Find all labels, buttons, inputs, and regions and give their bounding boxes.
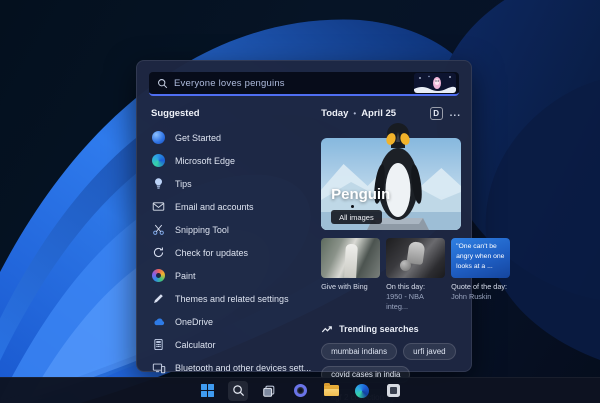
start-button[interactable]: [197, 381, 217, 401]
taskbar: [0, 377, 600, 403]
tips-icon: [151, 176, 166, 191]
hero-image-card[interactable]: Penguin All images: [321, 123, 461, 230]
quote-card: "One can't be angry when one looks at a …: [451, 238, 511, 278]
sidebar-item-bluetooth-devices[interactable]: Bluetooth and other devices sett...: [151, 356, 311, 379]
daily-card-give-with-bing[interactable]: Give with Bing: [321, 238, 381, 312]
task-view-button[interactable]: [259, 381, 279, 401]
sidebar-item-calculator[interactable]: Calculator: [151, 333, 311, 356]
more-options-button[interactable]: ...: [450, 108, 461, 119]
search-bar[interactable]: Everyone loves penguins: [149, 72, 459, 96]
search-input[interactable]: Everyone loves penguins: [174, 78, 414, 89]
trending-chip[interactable]: mumbai indians: [321, 342, 398, 360]
app-button[interactable]: [383, 381, 403, 401]
sidebar-item-get-started[interactable]: Get Started: [151, 126, 311, 149]
onedrive-icon: [151, 314, 166, 329]
paint-icon: [151, 268, 166, 283]
edge-icon: [151, 153, 166, 168]
date-prefix: Today: [321, 108, 349, 119]
give-with-bing-thumbnail: [321, 238, 381, 278]
edge-button[interactable]: [352, 381, 372, 401]
update-icon: [151, 245, 166, 260]
cortana-button[interactable]: [290, 381, 310, 401]
sidebar-item-email-and-accounts[interactable]: Email and accounts: [151, 195, 311, 218]
hero-title: Penguin: [331, 186, 391, 203]
sidebar-item-microsoft-edge[interactable]: Microsoft Edge: [151, 149, 311, 172]
get-started-icon: [151, 130, 166, 145]
bluetooth-devices-icon: [151, 360, 166, 375]
windows-logo-icon: [200, 384, 214, 397]
edge-icon: [355, 383, 369, 398]
sidebar-item-onedrive[interactable]: OneDrive: [151, 310, 311, 333]
daily-card-on-this-day[interactable]: On this day: 1950 - NBA integ...: [386, 238, 446, 312]
sidebar-item-tips[interactable]: Tips: [151, 172, 311, 195]
file-explorer-icon: [323, 383, 339, 396]
sidebar-item-check-for-updates[interactable]: Check for updates: [151, 241, 311, 264]
search-panel: Everyone loves penguins Suggested Get St…: [136, 60, 511, 403]
date-label: April 25: [361, 108, 397, 119]
suggested-header: Suggested: [151, 108, 200, 119]
penguin-doodle-illustration: [414, 73, 456, 93]
calculator-icon: [151, 337, 166, 352]
taskbar-search-button[interactable]: [228, 380, 248, 401]
sidebar-item-themes-settings[interactable]: Themes and related settings: [151, 287, 311, 310]
on-this-day-thumbnail: [386, 238, 446, 278]
search-icon: [232, 385, 244, 397]
suggested-section: Suggested Get Started Microsoft Edge Tip…: [151, 105, 311, 403]
snipping-tool-icon: [151, 222, 166, 237]
date-separator: •: [353, 109, 357, 118]
all-images-button[interactable]: All images: [331, 210, 382, 224]
daily-content-section: Today • April 25 D ... Penguin All image…: [311, 105, 511, 403]
trending-chip[interactable]: urfi javed: [403, 342, 456, 360]
file-explorer-button[interactable]: [321, 381, 341, 401]
profile-avatar[interactable]: D: [429, 107, 443, 120]
themes-pencil-icon: [151, 291, 166, 306]
task-view-icon: [263, 385, 275, 397]
sidebar-item-snipping-tool[interactable]: Snipping Tool: [151, 218, 311, 241]
app-icon: [386, 384, 400, 397]
email-icon: [151, 199, 166, 214]
sidebar-item-paint[interactable]: Paint: [151, 264, 311, 287]
cortana-icon: [293, 384, 307, 397]
daily-card-quote-of-the-day[interactable]: "One can't be angry when one looks at a …: [451, 238, 511, 312]
desktop: Everyone loves penguins Suggested Get St…: [0, 0, 600, 403]
trending-searches-header: Trending searches: [339, 323, 419, 334]
trending-icon: [321, 325, 332, 332]
search-icon: [158, 78, 168, 88]
